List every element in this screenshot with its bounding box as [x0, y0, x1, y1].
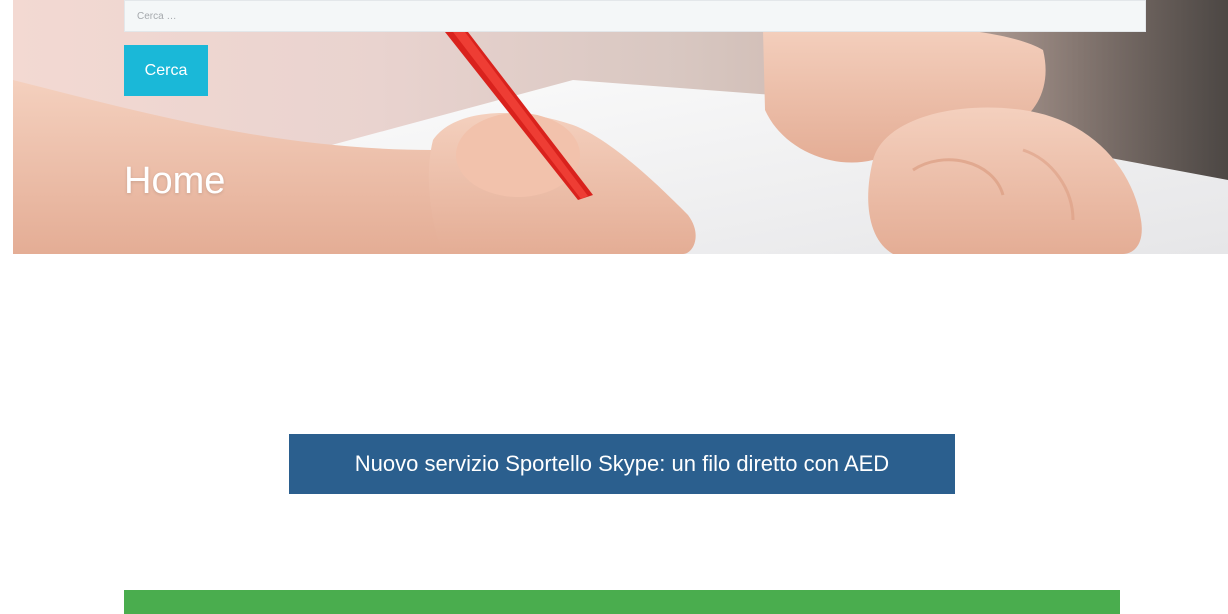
page-title: Home: [124, 160, 226, 202]
hero-photo: [13, 0, 1228, 254]
page: Cerca Home Nuovo servizio Sportello Skyp…: [0, 0, 1228, 614]
hero-banner: Cerca Home: [13, 0, 1228, 254]
search-input[interactable]: [124, 0, 1146, 32]
news-banner-link[interactable]: Nuovo servizio Sportello Skype: un filo …: [289, 434, 955, 494]
search-button[interactable]: Cerca: [124, 45, 208, 96]
green-banner: [124, 590, 1120, 614]
